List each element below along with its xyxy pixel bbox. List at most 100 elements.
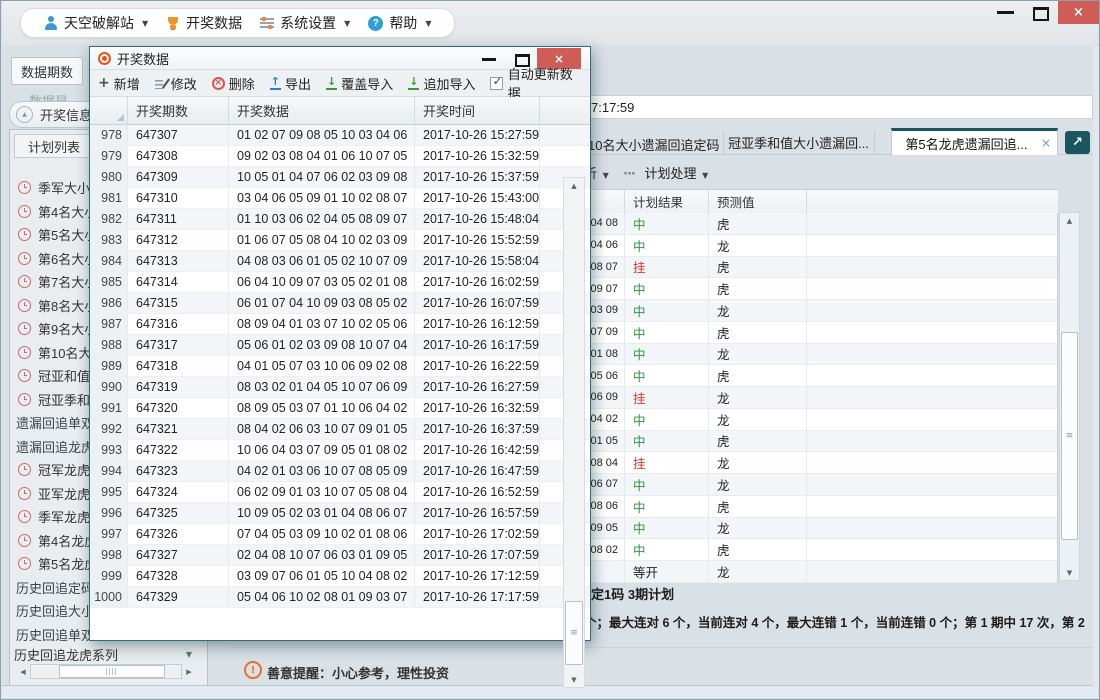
checkbox-checked-icon[interactable]: ✓ <box>490 77 502 90</box>
menu-draw-data[interactable]: 开奖数据 <box>157 13 251 33</box>
draw-table-row[interactable]: 98464731304 08 03 06 01 05 02 10 07 0920… <box>90 251 590 272</box>
draw-table-row[interactable]: 98864731705 06 01 02 03 09 08 10 07 0420… <box>90 335 590 356</box>
close-button[interactable]: × <box>1058 1 1099 24</box>
draw-table-row[interactable]: 99064731908 03 02 01 04 05 10 07 06 0920… <box>90 377 590 398</box>
draw-table-row[interactable]: 98964731804 01 05 07 03 10 06 09 02 0820… <box>90 356 590 377</box>
scrollbar-thumb[interactable]: ≡ <box>565 601 583 665</box>
numbers-cell: 10 09 05 02 03 01 04 08 06 07 <box>229 503 415 524</box>
edit-icon <box>155 78 167 89</box>
plus-icon: + <box>98 77 110 89</box>
tab-10th-bigsmall-label[interactable]: 10名大小遗漏回追定码 <box>588 135 719 154</box>
predict-value-cell: 龙 <box>708 474 806 495</box>
draw-table-row[interactable]: 98364731201 06 07 05 08 04 10 02 03 0920… <box>90 230 590 251</box>
row-number-header[interactable] <box>90 97 128 124</box>
menu-site[interactable]: 天空破解站 ▼ <box>35 13 157 33</box>
draw-table-row[interactable]: 99364732210 06 04 03 07 09 05 01 08 0220… <box>90 440 590 461</box>
menu-help[interactable]: ? 帮助 ▼ <box>359 13 440 33</box>
draw-table-row[interactable]: 99264732108 04 02 06 03 10 07 09 01 0520… <box>90 419 590 440</box>
tab-close-icon[interactable]: × <box>1041 136 1051 150</box>
plan-horizontal-scrollbar[interactable]: ◀ ▶ <box>16 664 196 679</box>
draw-table-row[interactable]: 97964730809 02 03 08 04 01 06 10 07 0520… <box>90 146 590 167</box>
result-vertical-scrollbar[interactable]: ▲ ≡ ▼ <box>1059 212 1080 581</box>
draw-table-row[interactable]: 98164731003 04 06 05 09 01 10 02 08 0720… <box>90 188 590 209</box>
expand-panel-button[interactable]: ↗ <box>1065 131 1090 154</box>
draw-table-row[interactable]: 98764731608 09 04 01 03 07 10 02 05 0620… <box>90 314 590 335</box>
minimize-button[interactable] <box>997 11 1014 14</box>
add-button[interactable]: + 新增 <box>98 74 140 93</box>
dialog-minimize-button[interactable] <box>482 58 496 61</box>
predict-value-cell: 龙 <box>708 300 806 321</box>
draw-table-row[interactable]: 99564732406 02 09 01 03 10 07 05 08 0420… <box>90 482 590 503</box>
draw-table-row[interactable]: 97864730701 02 07 09 08 05 10 03 04 0620… <box>90 125 590 146</box>
period-cell: 647329 <box>128 587 229 608</box>
scroll-left-icon[interactable]: ◀ <box>16 664 30 679</box>
draw-table-row[interactable]: 99964732803 09 07 06 01 05 10 04 08 0220… <box>90 566 590 587</box>
export-button[interactable]: ↑ 导出 <box>270 74 311 93</box>
dots-icon: ··· <box>623 167 635 182</box>
scrollbar-track[interactable] <box>30 664 182 679</box>
empty-cell <box>806 300 1057 321</box>
draw-table-row[interactable]: 98264731101 10 03 06 02 04 05 08 09 0720… <box>90 209 590 230</box>
scroll-down-icon[interactable]: ▼ <box>1060 565 1079 580</box>
delete-label: 删除 <box>229 74 255 93</box>
draw-table-row[interactable]: 100064732905 04 06 10 02 08 01 09 03 072… <box>90 587 590 608</box>
row-number-cell: 985 <box>90 272 128 293</box>
predict-value-cell: 虎 <box>708 431 806 452</box>
append-import-button[interactable]: ↓ 追加导入 <box>408 74 475 93</box>
tab-data-periods[interactable]: 数据期数 <box>11 57 83 85</box>
draw-table-row[interactable]: 98664731506 01 07 04 10 09 03 08 05 0220… <box>90 293 590 314</box>
plan-result-cell: 中 <box>624 409 708 430</box>
period-header[interactable]: 开奖期数 <box>128 97 229 124</box>
scrollbar-thumb[interactable]: ≡ <box>1061 332 1078 540</box>
draw-table-row[interactable]: 98064730910 05 01 04 07 06 02 03 09 0820… <box>90 167 590 188</box>
dialog-vertical-scrollbar[interactable]: ▲ ≡ ▼ <box>563 177 585 688</box>
row-number-cell: 994 <box>90 461 128 482</box>
overwrite-import-label: 覆盖导入 <box>341 74 393 93</box>
window-bottom-frame <box>2 685 1098 698</box>
collapse-toggle-icon[interactable]: ▲ <box>16 106 33 123</box>
menu-settings[interactable]: 系统设置 ▼ <box>251 13 359 33</box>
row-number-cell: 998 <box>90 545 128 566</box>
period-cell: 647321 <box>128 419 229 440</box>
plan-item-label: 冠亚季和 <box>38 390 90 409</box>
scroll-right-icon[interactable]: ▶ <box>182 664 196 679</box>
plan-footer-dropdown[interactable]: 历史回追龙虎系列 ▼ <box>14 643 202 665</box>
time-cell: 2017-10-26 16:47:59 <box>415 461 540 482</box>
plan-summary-stats-fragment: 个；最大连对 6 个，当前连对 4 个，最大连错 1 个，当前连错 0 个；第 … <box>584 612 1093 631</box>
numbers-header[interactable]: 开奖数据 <box>229 97 415 124</box>
draw-table-row[interactable]: 98564731406 04 10 09 07 03 05 02 01 0820… <box>90 272 590 293</box>
draw-table-row[interactable]: 99164732008 09 05 03 07 01 10 06 04 0220… <box>90 398 590 419</box>
delete-button[interactable]: × 删除 <box>212 74 255 93</box>
scroll-up-icon[interactable]: ▲ <box>1060 213 1079 228</box>
tab-champion-sum[interactable]: 冠亚季和值大小遗漏回... <box>723 131 875 154</box>
row-number-cell: 997 <box>90 524 128 545</box>
edit-button[interactable]: 修改 <box>155 74 197 93</box>
period-cell: 647319 <box>128 377 229 398</box>
clock-icon <box>18 181 31 194</box>
draw-table-row[interactable]: 99664732510 09 05 02 03 01 04 08 06 0720… <box>90 503 590 524</box>
plan-result-cell: 中 <box>624 518 708 539</box>
period-cell: 647312 <box>128 230 229 251</box>
clock-icon <box>18 205 31 218</box>
chevron-down-icon: ▼ <box>344 19 350 28</box>
overwrite-import-button[interactable]: ↓ 覆盖导入 <box>326 74 393 93</box>
draw-table-row[interactable]: 99864732702 04 08 10 07 06 03 01 09 0520… <box>90 545 590 566</box>
row-number-cell: 981 <box>90 188 128 209</box>
scroll-down-icon[interactable]: ▼ <box>564 672 584 687</box>
tab-5th-dragon-tiger[interactable]: 第5名龙虎遗漏回追... × <box>891 128 1058 155</box>
scroll-up-icon[interactable]: ▲ <box>564 178 584 193</box>
draw-table-row[interactable]: 99764732607 04 05 03 09 10 02 01 08 0620… <box>90 524 590 545</box>
row-number-cell: 990 <box>90 377 128 398</box>
empty-cell <box>540 125 590 146</box>
plan-list-title: 计划列表 <box>14 134 94 158</box>
plan-result-cell: 中 <box>624 300 708 321</box>
scrollbar-thumb[interactable] <box>59 665 165 678</box>
row-number-cell: 984 <box>90 251 128 272</box>
row-number-cell: 982 <box>90 209 128 230</box>
time-header[interactable]: 开奖时间 <box>415 97 540 124</box>
maximize-button[interactable] <box>1033 7 1049 21</box>
plan-process-menu[interactable]: ··· 计划处理 ▼ <box>623 163 708 182</box>
draw-table-row[interactable]: 99464732304 02 01 03 06 10 07 08 05 0920… <box>90 461 590 482</box>
numbers-cell: 04 08 03 06 01 05 02 10 07 09 <box>229 251 415 272</box>
row-number-cell: 988 <box>90 335 128 356</box>
